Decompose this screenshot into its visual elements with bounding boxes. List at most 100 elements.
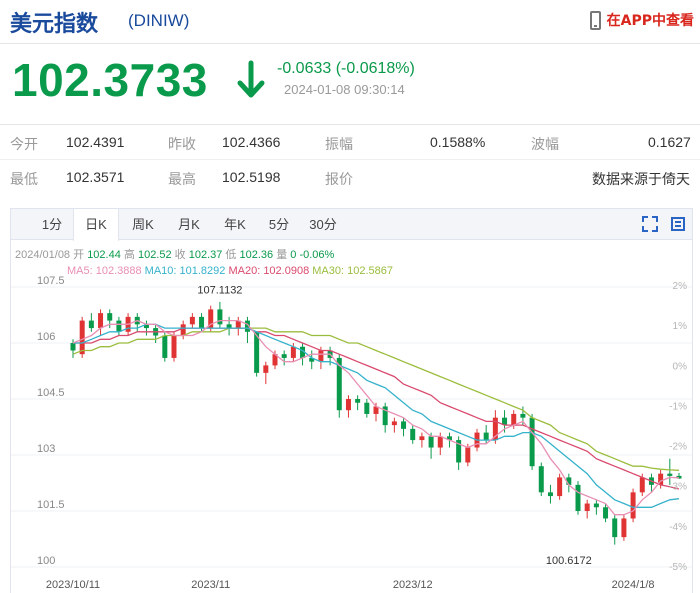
stat-value: 102.3571 xyxy=(66,169,125,185)
open-in-app-link[interactable]: 在APP中查看 xyxy=(589,10,694,30)
candle-body xyxy=(217,309,223,325)
kline-chart-panel: 1分 日K 周K 月K 年K 5分 30分 107.5 106 104.5 103 10… xyxy=(10,208,693,593)
candle-body xyxy=(437,436,443,448)
settings-icon[interactable] xyxy=(669,215,687,233)
candle-body xyxy=(180,324,186,336)
stat-label: 最低 xyxy=(10,171,38,187)
stat-value: 102.5198 xyxy=(222,169,281,185)
current-price: 102.3733 xyxy=(12,54,208,106)
tab-monthly-k[interactable]: 月K xyxy=(169,209,209,240)
stat-label: 波幅 xyxy=(531,136,559,152)
price-change: -0.0633 (-0.0618%) xyxy=(277,60,415,77)
candle-body xyxy=(547,492,553,497)
chart-grid xyxy=(11,286,692,568)
candle-body xyxy=(116,320,122,332)
x-tick-label: 2023/12 xyxy=(393,579,433,591)
fullscreen-icon[interactable] xyxy=(641,215,659,233)
y-tick-label: 100 xyxy=(37,555,55,567)
y-tick-label: 101.5 xyxy=(37,499,65,511)
candle-body xyxy=(538,466,544,493)
candle-body xyxy=(575,484,581,511)
ohlc-info: 2024/01/08 开 102.44 高 102.52 收 102.37 低 … xyxy=(15,247,335,261)
page-title: 美元指数 xyxy=(10,12,99,37)
stat-label: 昨收 xyxy=(168,136,196,152)
y-tick-label: 104.5 xyxy=(37,387,65,399)
candle-body xyxy=(630,492,636,519)
stat-label: 今开 xyxy=(10,136,38,152)
candle-body xyxy=(557,477,563,497)
x-tick-label: 2024/1/8 xyxy=(612,579,655,591)
y-tick-label: 106 xyxy=(37,331,55,343)
candle-body xyxy=(401,421,407,429)
candle-body xyxy=(107,313,113,321)
stats-panel: 今开 102.4391 昨收 102.4366 振幅 0.1588% 波幅 0.… xyxy=(0,124,700,192)
candle-body xyxy=(391,421,397,426)
header-bar: 美元指数 (DINIW) 在APP中查看 xyxy=(0,0,700,44)
stat-label: 最高 xyxy=(168,171,196,187)
chart-labels: 107.5 106 104.5 103 101.5 100 2% 1% 0% -1% -2% -3% -… xyxy=(15,247,687,591)
candle-body xyxy=(529,417,535,467)
stat-value: 0.1627 xyxy=(648,134,691,150)
candle-body xyxy=(593,503,599,508)
ma-legend: MA5: 102.3888 MA10: 101.8292 MA20: 102.0… xyxy=(67,265,393,277)
stats-row: 今开 102.4391 昨收 102.4366 振幅 0.1588% 波幅 0.… xyxy=(0,125,700,159)
candle-body xyxy=(355,399,361,403)
candle-body xyxy=(281,354,287,358)
candle-body xyxy=(189,316,195,325)
candle-body xyxy=(520,413,526,418)
x-tick-label: 2023/11 xyxy=(191,579,230,591)
pct-tick-label: -1% xyxy=(669,401,687,412)
candles xyxy=(70,301,682,545)
candle-body xyxy=(483,432,489,441)
pct-tick-label: 0% xyxy=(673,361,688,372)
stat-label: 振幅 xyxy=(325,136,353,152)
data-source-note: 数据来源于倚天 xyxy=(592,171,690,187)
tab-weekly-k[interactable]: 周K xyxy=(123,209,163,240)
candle-body xyxy=(667,473,673,476)
pct-tick-label: -3% xyxy=(669,482,687,493)
candle-body xyxy=(621,518,627,538)
period-tabs: 1分 日K 周K 月K 年K 5分 30分 xyxy=(11,209,692,241)
candle-body xyxy=(199,316,205,329)
symbol-code: (DINIW) xyxy=(128,11,190,30)
tab-5min[interactable]: 5分 xyxy=(261,209,297,240)
y-tick-label: 103 xyxy=(37,443,55,455)
candle-body xyxy=(345,399,351,411)
tab-daily-k[interactable]: 日K xyxy=(73,209,119,241)
phone-icon xyxy=(589,10,601,30)
candle-body xyxy=(70,343,76,351)
price-annotation: 100.6172 xyxy=(546,555,592,567)
stat-label: 报价 xyxy=(325,171,353,187)
pct-tick-label: 1% xyxy=(673,321,688,332)
candle-body xyxy=(612,518,618,538)
price-annotation: 107.1132 xyxy=(197,285,242,297)
candle-body xyxy=(318,350,324,362)
candle-body xyxy=(428,436,434,448)
kline-chart[interactable]: 107.5 106 104.5 103 101.5 100 2% 1% 0% -1% -2% -3% -… xyxy=(11,240,692,593)
pct-tick-label: -5% xyxy=(669,562,687,573)
candle-body xyxy=(511,413,517,426)
stat-value: 0.1588% xyxy=(430,134,486,150)
candle-body xyxy=(465,447,471,463)
candle-body xyxy=(263,365,269,373)
y-tick-label: 107.5 xyxy=(37,275,65,287)
candle-body xyxy=(88,320,94,329)
candle-body xyxy=(162,335,168,358)
open-in-app-label: 在APP中查看 xyxy=(606,13,694,29)
tab-yearly-k[interactable]: 年K xyxy=(215,209,255,240)
quote-time: 2024-01-08 09:30:14 xyxy=(284,82,405,97)
candle-body xyxy=(603,507,609,519)
tab-1min[interactable]: 1分 xyxy=(33,209,71,240)
candle-body xyxy=(98,313,104,329)
stat-value: 102.4391 xyxy=(66,134,125,150)
candle-body xyxy=(79,320,85,355)
pct-tick-label: -2% xyxy=(669,442,687,453)
candle-body xyxy=(364,402,370,414)
tab-30min[interactable]: 30分 xyxy=(303,209,343,240)
candle-body xyxy=(639,477,645,493)
stats-row: 最低 102.3571 最高 102.5198 报价 数据来源于倚天 xyxy=(0,159,700,193)
candle-body xyxy=(584,503,590,511)
pct-tick-label: -4% xyxy=(669,522,687,533)
pct-tick-label: 2% xyxy=(673,281,688,292)
x-tick-label: 2023/10/11 xyxy=(46,579,100,591)
